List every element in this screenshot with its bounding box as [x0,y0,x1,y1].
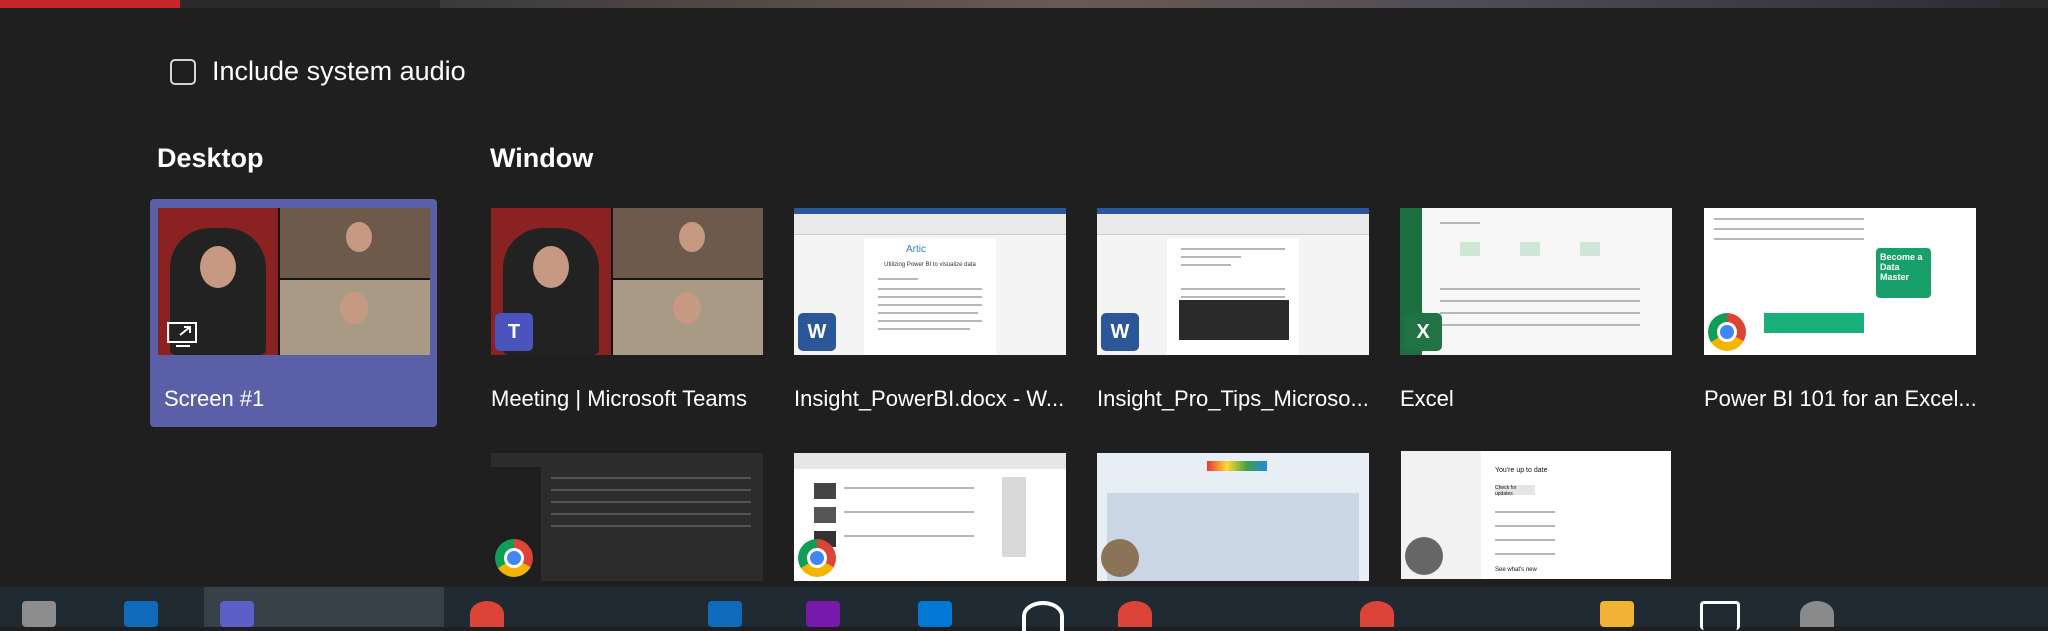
video-strip-red [0,0,180,8]
word-protips-thumbnail: W [1097,208,1369,355]
video-strip-feed [440,0,2000,8]
include-system-audio-checkbox[interactable] [170,58,196,85]
doc-subheading: Utilizing Power BI to visualize data [884,262,976,268]
outlook-icon[interactable] [124,601,158,627]
word-powerbi-window-label: Insight_PowerBI.docx - W... [794,386,1065,411]
gmail-chrome-thumbnail [491,453,763,581]
doc-heading: Artic [906,244,926,255]
teams-thumbnail: T [491,208,763,355]
become-data-master-ad: Become a Data Master [1876,248,1931,298]
share-screen-icon [167,322,197,347]
vscode-icon[interactable] [918,601,952,627]
settings-check-updates: Check for updates [1495,485,1535,497]
settings-thumbnail: You're up to date Check for updates See … [1401,451,1671,579]
word-powerbi-thumbnail: Artic Utilizing Power BI to visualize da… [794,208,1066,355]
settings-icon [1405,537,1443,575]
onenote-icon[interactable] [806,601,840,627]
excel-window-label: Excel [1400,386,1454,411]
taskbar [0,587,2048,631]
teams-window-label: Meeting | Microsoft Teams [491,386,747,411]
chrome-icon [1708,313,1746,351]
chrome-icon[interactable] [1118,601,1152,627]
desktop-section-heading: Desktop [157,143,264,173]
paint-icon [1101,539,1139,577]
mail-icon[interactable] [708,601,742,627]
powerbi-chrome-thumbnail: Become a Data Master [1704,208,1976,355]
folder-icon[interactable] [1600,601,1634,627]
include-system-audio-option[interactable]: Include system audio [170,56,466,87]
word-icon: W [798,313,836,351]
powerbi-chrome-window-label: Power BI 101 for an Excel... [1704,386,1977,411]
excel-icon: X [1404,313,1442,351]
file-explorer-icon[interactable] [22,601,56,627]
shared-video-strip [0,0,2048,8]
teams-icon[interactable] [220,601,254,627]
teams-icon: T [495,313,533,351]
chrome-icon [495,539,533,577]
chrome-icon [798,539,836,577]
include-system-audio-label: Include system audio [212,56,466,86]
screen-1-label: Screen #1 [164,386,265,411]
word-icon: W [1101,313,1139,351]
settings-whats-new: See what's new [1495,567,1537,573]
window-section-heading: Window [490,143,594,173]
word-protips-window-label: Insight_Pro_Tips_Microso... [1097,386,1369,411]
paint-thumbnail [1097,453,1369,581]
chrome-icon[interactable] [1360,601,1394,627]
screen-1-thumbnail [158,208,430,355]
settings-update-status: You're up to date [1495,467,1548,474]
snip-icon[interactable] [1700,601,1740,630]
settings-icon[interactable] [1800,601,1834,627]
excel-thumbnail: X [1400,208,1672,355]
web-chrome-thumbnail [794,453,1066,581]
chrome-icon[interactable] [470,601,504,627]
